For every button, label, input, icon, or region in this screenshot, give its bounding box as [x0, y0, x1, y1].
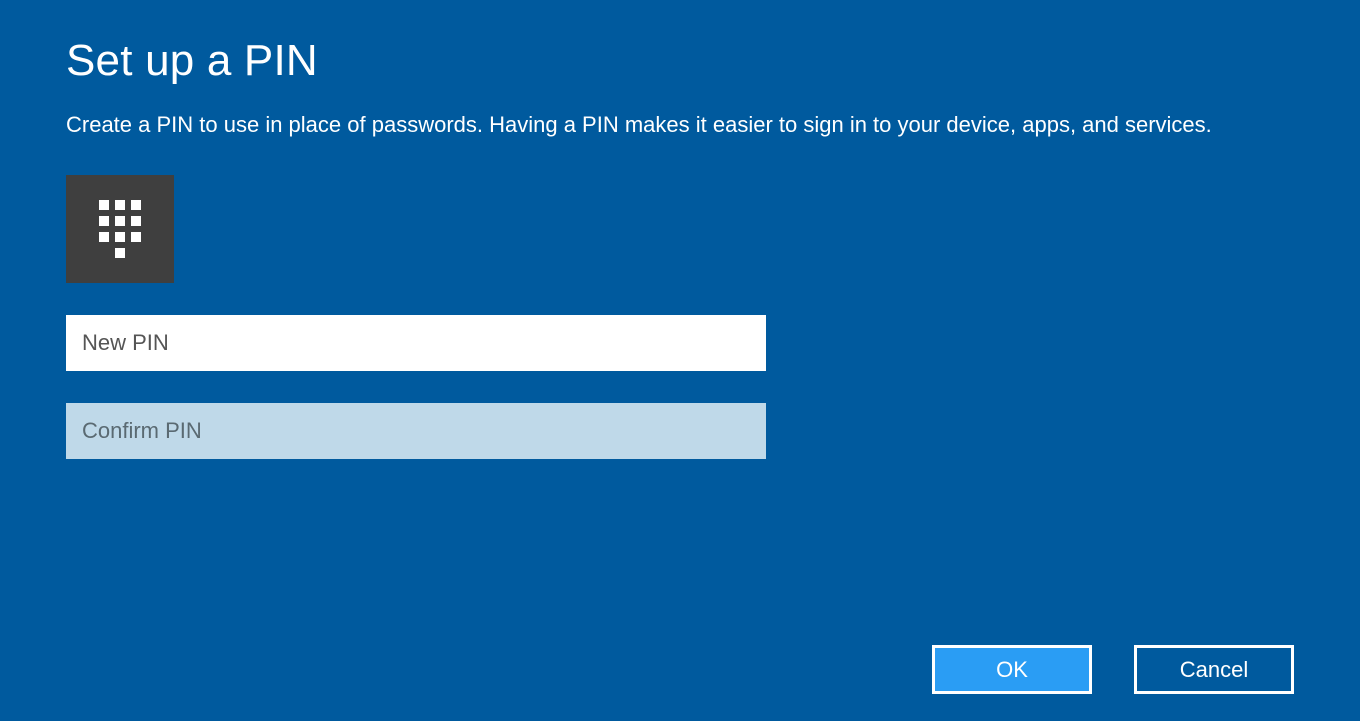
cancel-button[interactable]: Cancel — [1134, 645, 1294, 694]
page-description: Create a PIN to use in place of password… — [66, 110, 1246, 141]
confirm-pin-input[interactable] — [66, 403, 766, 459]
new-pin-input[interactable] — [66, 315, 766, 371]
pin-icon-box — [66, 175, 174, 283]
button-row: OK Cancel — [932, 645, 1294, 694]
ok-button[interactable]: OK — [932, 645, 1092, 694]
keypad-icon — [99, 200, 141, 258]
page-title: Set up a PIN — [66, 36, 1294, 86]
